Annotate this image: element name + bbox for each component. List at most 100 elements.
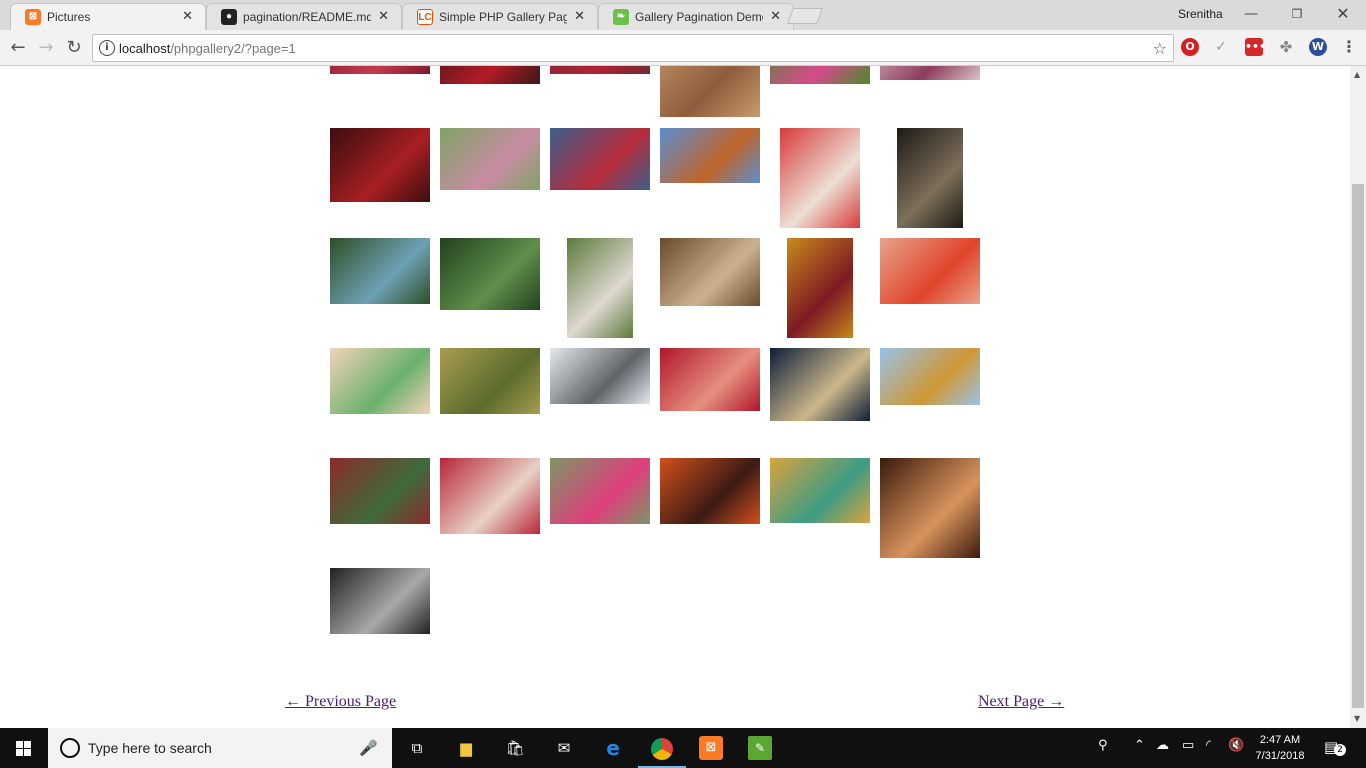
gallery-thumbnail[interactable] <box>880 458 980 558</box>
tab-close-icon[interactable]: ✕ <box>770 8 781 24</box>
task-view-icon[interactable]: ⧉ <box>405 736 429 760</box>
tab-close-icon[interactable]: ✕ <box>182 8 193 24</box>
gallery-thumbnail[interactable] <box>660 238 760 306</box>
back-icon[interactable]: ← <box>6 36 30 60</box>
w-extension-icon[interactable]: W <box>1309 38 1327 56</box>
gallery-thumbnail[interactable] <box>440 458 540 534</box>
scrollbar-thumb[interactable] <box>1352 184 1364 708</box>
bookmark-star-icon[interactable]: ☆ <box>1153 39 1167 58</box>
check-extension-icon[interactable]: ✓ <box>1212 38 1230 56</box>
system-clock[interactable]: 2:47 AM 7/31/2018 <box>1250 732 1310 764</box>
restore-icon[interactable]: ❐ <box>1274 3 1320 25</box>
xampp-icon[interactable]: ⊠ <box>699 736 723 760</box>
menu-icon[interactable]: ⋮ <box>1340 38 1358 56</box>
page-content: ← Previous Page Next Page → <box>0 66 1350 728</box>
vertical-scrollbar[interactable]: ▲ ▼ <box>1350 66 1366 728</box>
windows-taskbar: Type here to search 🎤 ⧉ ▆ 🛍 ✉ e ⊠ ✎ ⚲ ⌃ … <box>0 728 1366 768</box>
gallery-thumbnail[interactable] <box>550 458 650 524</box>
tab-title: Gallery Pagination Demo <box>635 10 763 24</box>
gallery-thumbnail[interactable] <box>880 66 980 80</box>
gallery-thumbnail[interactable] <box>660 348 760 411</box>
microphone-icon[interactable]: 🎤 <box>359 739 378 757</box>
lastpass-extension-icon[interactable]: ••• <box>1245 38 1266 56</box>
gallery-thumbnail[interactable] <box>330 458 430 524</box>
xampp-icon: ⊠ <box>25 9 41 25</box>
opera-extension-icon[interactable]: O <box>1181 38 1199 56</box>
action-center-icon[interactable]: ▤ 2 <box>1324 738 1346 756</box>
gallery-thumbnail[interactable] <box>440 128 540 190</box>
battery-icon[interactable]: ▭ <box>1182 738 1194 753</box>
edge-icon[interactable]: e <box>601 736 625 760</box>
close-window-icon[interactable]: ✕ <box>1320 3 1366 25</box>
gallery-thumbnail[interactable] <box>550 348 650 404</box>
gallery-thumbnail[interactable] <box>770 348 870 421</box>
tab-close-icon[interactable]: ✕ <box>378 8 389 24</box>
people-icon[interactable]: ⚲ <box>1098 738 1108 753</box>
store-icon[interactable]: 🛍 <box>503 736 527 760</box>
tab-strip: ⊠ Pictures ✕ ● pagination/README.md a ✕ LC Simp… <box>0 0 1366 30</box>
notification-count: 2 <box>1334 744 1346 756</box>
gallery-thumbnail[interactable] <box>440 238 540 310</box>
gallery-thumbnail[interactable] <box>550 66 650 74</box>
windows-logo-icon <box>16 741 32 756</box>
tab-close-icon[interactable]: ✕ <box>574 8 585 24</box>
tab-title: pagination/README.md a <box>243 10 371 24</box>
profile-name[interactable]: Srenitha <box>1178 7 1223 21</box>
show-hidden-icons-icon[interactable]: ⌃ <box>1134 738 1145 753</box>
tab-title: Simple PHP Gallery Pagin <box>439 10 567 24</box>
address-bar[interactable]: i localhost/phpgallery2/?page=1 ☆ <box>92 34 1174 62</box>
gallery-thumbnail[interactable] <box>330 348 430 414</box>
scroll-up-arrow-icon[interactable]: ▲ <box>1354 70 1360 79</box>
url-host: localhost <box>119 41 171 56</box>
leaf-icon: ❧ <box>613 9 629 25</box>
reload-icon[interactable]: ↻ <box>62 36 86 60</box>
info-icon[interactable]: i <box>99 40 115 56</box>
gallery-thumbnail[interactable] <box>770 458 870 523</box>
new-tab-button[interactable] <box>787 8 823 24</box>
taskbar-search[interactable]: Type here to search 🎤 <box>48 728 392 768</box>
previous-page-link[interactable]: ← Previous Page <box>285 693 396 711</box>
gallery-thumbnail[interactable] <box>660 458 760 524</box>
gallery-thumbnail[interactable] <box>330 568 430 634</box>
gallery-thumbnail[interactable] <box>897 128 963 228</box>
gallery-thumbnail[interactable] <box>440 66 540 84</box>
volume-muted-icon[interactable]: 🔇 <box>1228 738 1244 753</box>
gallery-thumbnail[interactable] <box>880 348 980 405</box>
browser-tab[interactable]: ● pagination/README.md a ✕ <box>206 3 402 30</box>
cortana-icon <box>60 738 80 758</box>
gallery-thumbnail[interactable] <box>770 66 870 84</box>
minimize-icon[interactable]: — <box>1228 3 1274 25</box>
onedrive-icon[interactable]: ☁ <box>1156 738 1169 753</box>
gallery-thumbnail[interactable] <box>660 128 760 183</box>
wifi-icon[interactable]: ◜ <box>1206 738 1211 753</box>
forward-icon: → <box>38 37 54 58</box>
clock-date: 7/31/2018 <box>1255 750 1305 762</box>
gallery-thumbnail[interactable] <box>660 66 760 117</box>
puzzle-extension-icon[interactable]: ✤ <box>1277 38 1295 56</box>
search-placeholder: Type here to search <box>88 740 212 756</box>
gallery-thumbnail[interactable] <box>330 238 430 304</box>
gallery-thumbnail[interactable] <box>567 238 633 338</box>
url-path: /phpgallery2/?page=1 <box>170 41 296 56</box>
gallery-thumbnail[interactable] <box>787 238 853 338</box>
gallery-thumbnail[interactable] <box>780 128 860 228</box>
notepad-icon[interactable]: ✎ <box>748 736 772 760</box>
file-explorer-icon[interactable]: ▆ <box>454 736 478 760</box>
scroll-down-arrow-icon[interactable]: ▼ <box>1354 714 1360 723</box>
browser-tab[interactable]: ⊠ Pictures ✕ <box>10 3 206 30</box>
browser-tab[interactable]: LC Simple PHP Gallery Pagin ✕ <box>402 3 598 30</box>
mail-icon[interactable]: ✉ <box>552 736 576 760</box>
next-page-link[interactable]: Next Page → <box>978 693 1064 711</box>
gallery-thumbnail[interactable] <box>330 128 430 202</box>
clock-time: 2:47 AM <box>1259 734 1301 746</box>
chrome-icon[interactable] <box>638 736 686 768</box>
gallery-thumbnail[interactable] <box>880 238 980 304</box>
tab-title: Pictures <box>47 10 91 24</box>
start-button[interactable] <box>0 728 48 768</box>
gallery-thumbnail[interactable] <box>550 128 650 190</box>
browser-toolbar: ← → ↻ i localhost/phpgallery2/?page=1 ☆ … <box>0 30 1366 66</box>
browser-tab[interactable]: ❧ Gallery Pagination Demo ✕ <box>598 3 794 30</box>
gallery-thumbnail[interactable] <box>440 348 540 414</box>
gallery-thumbnail[interactable] <box>330 66 430 74</box>
url-text[interactable]: localhost/phpgallery2/?page=1 <box>119 41 296 56</box>
